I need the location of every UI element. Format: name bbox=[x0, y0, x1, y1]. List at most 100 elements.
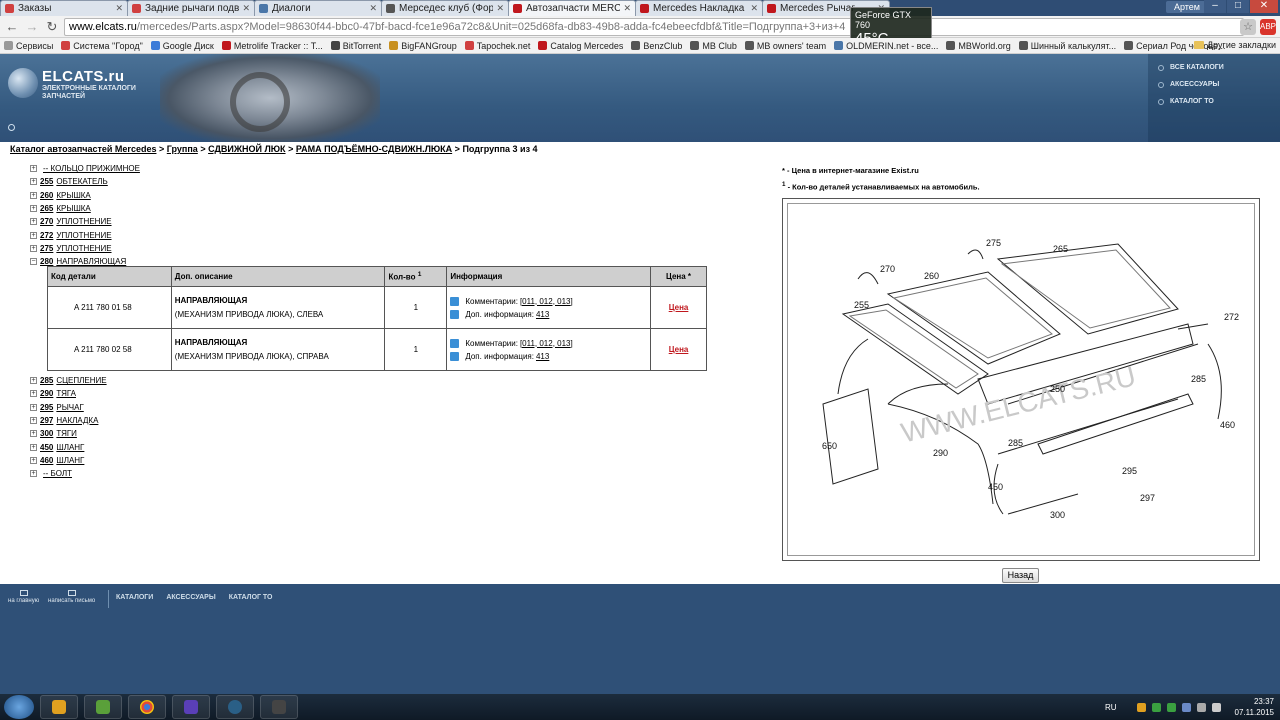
tree-node[interactable]: +300 ТЯГИ bbox=[30, 427, 107, 440]
back-button[interactable]: Назад bbox=[1002, 568, 1039, 583]
extra-info-link[interactable]: 413 bbox=[536, 352, 549, 361]
tree-node[interactable]: +265 КРЫШКА bbox=[30, 202, 140, 215]
tree-node[interactable]: + -- КОЛЬЦО ПРИЖИМНОЕ bbox=[30, 162, 140, 175]
bookmark-item[interactable]: Tapochek.net bbox=[464, 41, 530, 51]
header-menu-all-catalogs[interactable]: ВСЕ КАТАЛОГИ bbox=[1158, 64, 1280, 71]
close-tab-icon[interactable]: ✕ bbox=[750, 3, 758, 14]
taskbar-app-chrome[interactable] bbox=[128, 695, 166, 719]
price-link[interactable]: Цена bbox=[669, 303, 689, 312]
comments-link[interactable]: [011, 012, 013] bbox=[520, 297, 573, 306]
diagram-callout[interactable]: 297 bbox=[1140, 493, 1155, 503]
expand-icon[interactable]: + bbox=[30, 244, 37, 252]
taskbar-app-pencil[interactable] bbox=[40, 695, 78, 719]
back-arrow-icon[interactable]: ← bbox=[4, 19, 20, 35]
bookmark-item[interactable]: MBWorld.org bbox=[946, 41, 1011, 51]
expand-icon[interactable]: + bbox=[30, 403, 37, 411]
diagram-callout[interactable]: 650 bbox=[822, 441, 837, 451]
tree-node[interactable]: +460 ШЛАНГ bbox=[30, 454, 107, 467]
bookmark-item[interactable]: BigFANGroup bbox=[389, 41, 457, 51]
tray-icon-1[interactable] bbox=[1136, 702, 1146, 712]
browser-tab[interactable]: Заказы ✕ bbox=[0, 0, 128, 16]
reload-icon[interactable]: ↻ bbox=[44, 19, 60, 35]
bookmark-item[interactable]: Google Диск bbox=[150, 41, 214, 51]
footer-home[interactable]: на главную bbox=[8, 590, 39, 604]
tree-node[interactable]: +270 УПЛОТНЕНИЕ bbox=[30, 215, 140, 228]
expand-icon[interactable]: + bbox=[30, 191, 37, 199]
tray-icon-3[interactable] bbox=[1166, 702, 1176, 712]
footer-link-accessories[interactable]: АКСЕССУАРЫ bbox=[166, 594, 215, 601]
bookmark-item[interactable]: Сервисы bbox=[4, 41, 53, 51]
other-bookmarks[interactable]: Другие закладки bbox=[1194, 40, 1276, 50]
language-indicator[interactable]: RU bbox=[1105, 703, 1117, 712]
expand-icon[interactable]: + bbox=[30, 218, 37, 226]
expand-icon[interactable]: + bbox=[30, 231, 37, 239]
close-tab-icon[interactable]: ✕ bbox=[496, 3, 504, 14]
breadcrumb-group[interactable]: Группа bbox=[167, 144, 198, 154]
diagram-callout[interactable]: 285 bbox=[1008, 438, 1023, 448]
bookmark-item[interactable]: Metrolife Tracker :: T... bbox=[221, 41, 323, 51]
volume-icon[interactable] bbox=[1211, 702, 1221, 712]
maximize-button[interactable]: □ bbox=[1227, 0, 1249, 13]
tree-node[interactable]: +255 ОБТЕКАТЕЛЬ bbox=[30, 175, 140, 188]
diagram-callout[interactable]: 285 bbox=[1191, 374, 1206, 384]
site-logo[interactable]: ELCATS.ru ЭЛЕКТРОННЫЕ КАТАЛОГИ ЗАПЧАСТЕЙ bbox=[42, 68, 136, 101]
tree-node[interactable]: +272 УПЛОТНЕНИЕ bbox=[30, 228, 140, 241]
expand-icon[interactable]: + bbox=[30, 165, 37, 173]
browser-tab[interactable]: Мерседес клуб (Форум м✕ bbox=[381, 0, 509, 16]
tree-node[interactable]: +260 КРЫШКА bbox=[30, 189, 140, 202]
expand-icon[interactable]: + bbox=[30, 456, 37, 464]
clock[interactable]: 23:37 07.11.2015 bbox=[1235, 696, 1274, 718]
diagram-callout[interactable]: 270 bbox=[880, 264, 895, 274]
breadcrumb-frame[interactable]: РАМА ПОДЪЁМНО-СДВИЖН.ЛЮКА bbox=[296, 144, 452, 154]
expand-icon[interactable]: + bbox=[30, 417, 37, 425]
tree-node[interactable]: +450 ШЛАНГ bbox=[30, 440, 107, 453]
expand-icon[interactable]: + bbox=[30, 470, 37, 478]
start-button[interactable] bbox=[4, 695, 34, 719]
browser-tab[interactable]: Mercedes Накладка ✕ bbox=[635, 0, 763, 16]
breadcrumb-catalog[interactable]: Каталог автозапчастей Mercedes bbox=[10, 144, 156, 154]
taskbar-app-explorer[interactable] bbox=[84, 695, 122, 719]
profile-button[interactable]: Артем bbox=[1165, 1, 1208, 13]
comments-link[interactable]: [011, 012, 013] bbox=[520, 339, 573, 348]
close-tab-icon[interactable]: ✕ bbox=[242, 3, 250, 14]
collapse-icon[interactable]: − bbox=[30, 258, 37, 266]
footer-link-service[interactable]: КАТАЛОГ ТО bbox=[229, 594, 273, 601]
close-window-button[interactable]: ✕ bbox=[1250, 0, 1278, 13]
url-input[interactable]: www.elcats.ru/mercedes/Parts.aspx?Model=… bbox=[64, 17, 1244, 36]
taskbar-app-media[interactable] bbox=[260, 695, 298, 719]
bookmark-item[interactable]: MB owners' team bbox=[744, 41, 826, 51]
close-tab-icon[interactable]: ✕ bbox=[369, 3, 377, 14]
diagram-callout[interactable]: 265 bbox=[1053, 244, 1068, 254]
browser-tab[interactable]: Автозапчасти MERCEDES✕ bbox=[508, 0, 636, 16]
browser-tab[interactable]: Задние рычаги подвески✕ bbox=[127, 0, 255, 16]
footer-link-catalogs[interactable]: КАТАЛОГИ bbox=[116, 594, 153, 601]
tree-node[interactable]: +285 СЦЕПЛЕНИЕ bbox=[30, 374, 107, 387]
diagram-callout[interactable]: 290 bbox=[933, 448, 948, 458]
star-bookmark-icon[interactable]: ☆ bbox=[1240, 19, 1256, 35]
header-menu-accessories[interactable]: АКСЕССУАРЫ bbox=[1158, 81, 1280, 88]
bookmark-item[interactable]: MB Club bbox=[690, 41, 737, 51]
expand-icon[interactable]: + bbox=[30, 377, 37, 385]
tree-node[interactable]: + -- БОЛТ bbox=[30, 467, 107, 480]
taskbar-app-save[interactable] bbox=[172, 695, 210, 719]
header-menu-service-catalog[interactable]: КАТАЛОГ ТО bbox=[1158, 98, 1280, 105]
tray-icon-2[interactable] bbox=[1151, 702, 1161, 712]
taskbar-app-steam[interactable] bbox=[216, 695, 254, 719]
bookmark-item[interactable]: Шинный калькулят... bbox=[1018, 41, 1116, 51]
expand-icon[interactable]: + bbox=[30, 205, 37, 213]
footer-mail[interactable]: написать письмо bbox=[48, 590, 95, 604]
close-tab-icon[interactable]: ✕ bbox=[115, 3, 123, 14]
diagram-callout[interactable]: 260 bbox=[924, 271, 939, 281]
expand-icon[interactable]: + bbox=[30, 430, 37, 438]
network-icon[interactable] bbox=[1196, 702, 1206, 712]
extra-info-link[interactable]: 413 bbox=[536, 310, 549, 319]
diagram-callout[interactable]: 250 bbox=[1050, 384, 1065, 394]
tree-node[interactable]: +295 РЫЧАГ bbox=[30, 401, 107, 414]
part-code[interactable]: A 211 780 01 58 bbox=[47, 286, 172, 329]
bookmark-item[interactable]: BitTorrent bbox=[330, 41, 381, 51]
diagram-callout[interactable]: 275 bbox=[986, 238, 1001, 248]
tree-node[interactable]: +290 ТЯГА bbox=[30, 387, 107, 400]
tree-node[interactable]: +297 НАКЛАДКА bbox=[30, 414, 107, 427]
bookmark-item[interactable]: Система "Город" bbox=[61, 41, 143, 51]
minimize-button[interactable]: – bbox=[1204, 0, 1226, 13]
